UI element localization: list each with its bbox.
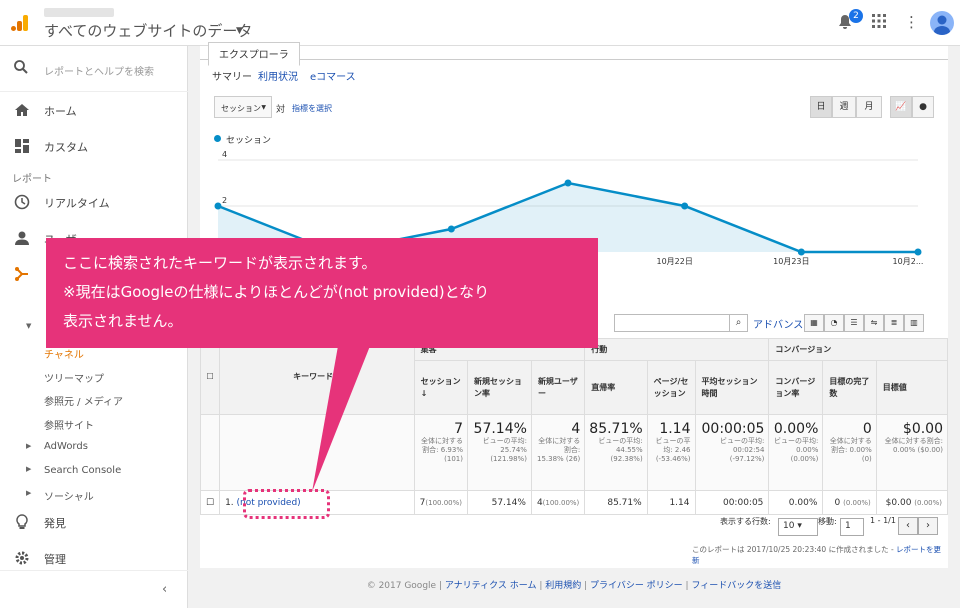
callout-line-2: ※現在はGoogleの仕様によりほとんどが(not provided)となり [63,283,490,301]
callout-line-1: ここに検索されたキーワードが表示されます。 [63,254,377,272]
annotation-callout: ここに検索されたキーワードが表示されます。 ※現在はGoogleの仕様によりほと… [46,238,598,348]
callout-line-3: 表示されません。 [63,312,183,330]
highlight-box [243,489,330,519]
